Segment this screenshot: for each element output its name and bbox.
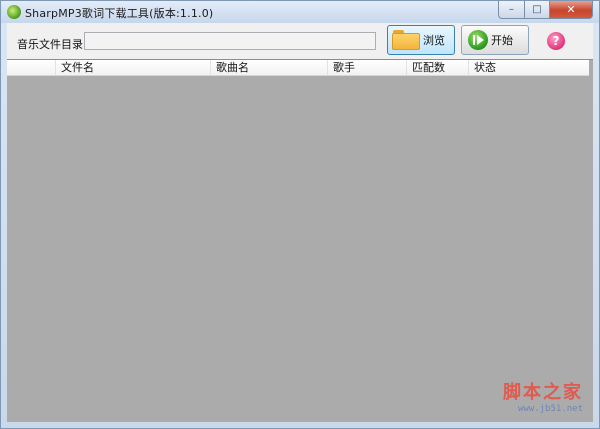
play-icon: [468, 30, 488, 50]
help-icon[interactable]: ?: [547, 32, 565, 50]
maximize-button[interactable]: □: [525, 1, 550, 19]
start-button[interactable]: 开始: [461, 25, 529, 55]
start-label: 开始: [491, 34, 513, 47]
music-dir-label: 音乐文件目录:: [17, 38, 87, 51]
song-list-grid[interactable]: 文件名 歌曲名 歌手 匹配数 状态 脚本之家 www.jb51.net: [7, 59, 593, 422]
main-window: SharpMP3歌词下载工具(版本:1.1.0) – □ ✕ 音乐文件目录: 浏…: [0, 0, 600, 429]
grid-header: 文件名 歌曲名 歌手 匹配数 状态: [7, 60, 589, 76]
folder-icon: [392, 30, 420, 50]
title-bar[interactable]: SharpMP3歌词下载工具(版本:1.1.0) – □ ✕: [1, 1, 599, 23]
watermark-text: 脚本之家: [503, 382, 583, 403]
minimize-button[interactable]: –: [498, 1, 525, 19]
music-dir-input[interactable]: [84, 32, 376, 50]
column-header-row-indicator[interactable]: [7, 60, 56, 75]
column-header-match-count[interactable]: 匹配数: [407, 60, 469, 75]
watermark-url: www.jb51.net: [517, 404, 583, 414]
browse-button[interactable]: 浏览: [387, 25, 455, 55]
browse-label: 浏览: [423, 34, 445, 47]
column-header-song-name[interactable]: 歌曲名: [211, 60, 328, 75]
app-logo-icon: [7, 5, 21, 19]
column-header-status[interactable]: 状态: [469, 60, 589, 75]
watermark: 脚本之家 www.jb51.net: [503, 378, 583, 414]
column-header-filename[interactable]: 文件名: [56, 60, 211, 75]
client-area: 音乐文件目录: 浏览 开始 ? 文件名 歌曲名 歌手 匹配数 状态 脚本之家 w…: [7, 23, 593, 422]
window-controls: – □ ✕: [498, 1, 593, 19]
close-button[interactable]: ✕: [550, 1, 593, 19]
window-title: SharpMP3歌词下载工具(版本:1.1.0): [25, 7, 214, 20]
column-header-artist[interactable]: 歌手: [328, 60, 407, 75]
